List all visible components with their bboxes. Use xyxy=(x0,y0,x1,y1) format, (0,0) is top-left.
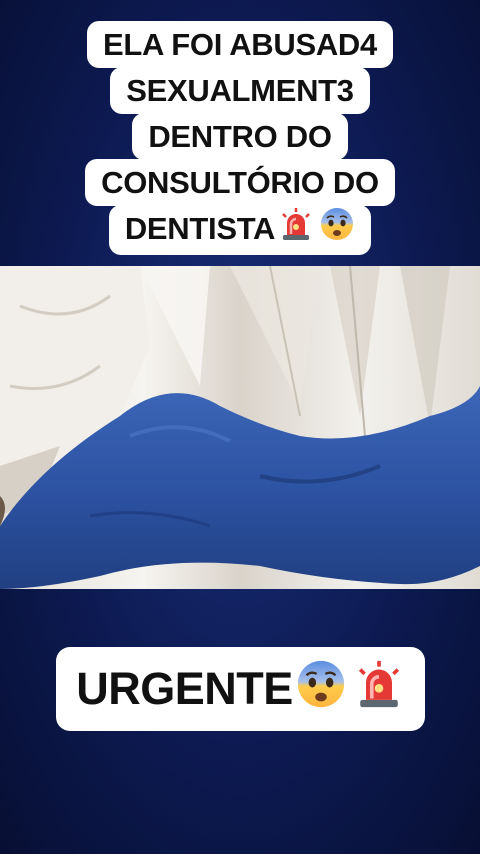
video-frame xyxy=(0,266,480,589)
fearful-face-icon xyxy=(319,206,355,255)
caption-line-5: DENTISTA xyxy=(108,205,372,256)
bottom-caption: URGENTE xyxy=(56,647,425,731)
siren-icon xyxy=(353,658,405,721)
caption-line-2: SEXUALMENT3 xyxy=(110,67,370,114)
caption-line-5-text: DENTISTA xyxy=(124,211,276,246)
top-caption: ELA FOI ABUSAD4 SEXUALMENT3 DENTRO DO CO… xyxy=(0,21,480,256)
fearful-face-icon xyxy=(295,658,347,721)
caption-line-1: ELA FOI ABUSAD4 xyxy=(87,21,393,68)
bottom-caption-text: URGENTE xyxy=(76,663,293,714)
caption-line-3: DENTRO DO xyxy=(132,113,348,160)
video-still-image xyxy=(0,266,480,589)
siren-icon xyxy=(278,206,314,255)
caption-line-4: CONSULTÓRIO DO xyxy=(85,159,395,206)
